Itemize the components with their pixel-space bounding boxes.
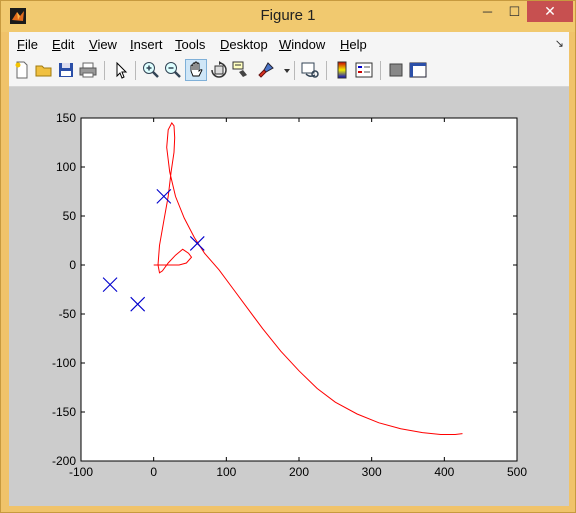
toolbar-separator [294, 61, 295, 80]
link-plot-icon[interactable] [300, 60, 320, 80]
minimize-icon: ─ [482, 4, 493, 19]
menu-edit[interactable]: Edit [52, 37, 74, 52]
new-figure-icon[interactable] [12, 60, 32, 80]
maximize-icon: ☐ [508, 3, 521, 19]
y-tick-label: 0 [69, 258, 76, 272]
title-bar[interactable]: Figure 1 ─ ☐ ✕ [1, 1, 575, 32]
x-tick-label: 100 [216, 465, 236, 479]
menu-tools[interactable]: Tools [175, 37, 205, 52]
show-plot-tools-icon[interactable] [408, 60, 428, 80]
chart[interactable]: -100 0 100 200 300 400 500150100500-50-100-150… [9, 87, 569, 506]
x-tick-label: 300 [362, 465, 382, 479]
y-tick-label: -200 [52, 454, 76, 468]
menu-help[interactable]: Help [340, 37, 367, 52]
rotate-3d-icon[interactable] [209, 60, 229, 80]
figure-window: Figure 1 ─ ☐ ✕ File Edit View Insert Too… [0, 0, 576, 513]
open-file-icon[interactable] [34, 60, 54, 80]
minimize-button[interactable]: ─ [474, 1, 501, 22]
figure-toolbar [9, 56, 569, 87]
maximize-button[interactable]: ☐ [501, 1, 528, 22]
x-tick-label: 0 [150, 465, 157, 479]
edit-plot-arrow-icon[interactable] [111, 60, 131, 80]
close-icon: ✕ [544, 3, 556, 19]
menu-desktop[interactable]: Desktop [220, 37, 268, 52]
toolbar-separator [135, 61, 136, 80]
y-tick-label: -150 [52, 405, 76, 419]
data-cursor-icon[interactable] [231, 60, 251, 80]
print-icon[interactable] [78, 60, 98, 80]
legend-icon[interactable] [354, 60, 374, 80]
x-tick-label: 500 [507, 465, 527, 479]
hide-plot-tools-icon[interactable] [386, 60, 406, 80]
menu-insert[interactable]: Insert [130, 37, 163, 52]
brush-icon[interactable] [256, 60, 276, 80]
y-tick-label: -100 [52, 356, 76, 370]
toolbar-separator [326, 61, 327, 80]
x-tick-label: 200 [289, 465, 309, 479]
figure-client-area: File Edit View Insert Tools Desktop Wind… [9, 32, 569, 506]
save-icon[interactable] [56, 60, 76, 80]
pan-hand-icon[interactable] [185, 59, 207, 81]
axes-box[interactable] [80, 117, 518, 462]
y-tick-label: -50 [59, 307, 77, 321]
zoom-in-icon[interactable] [141, 60, 161, 80]
x-tick-label: 400 [434, 465, 454, 479]
plot-area: -100 0 100 200 300 400 500 150 100 50 0 -50 -100 -150… [9, 87, 569, 506]
toolbar-separator [380, 61, 381, 80]
menu-file[interactable]: File [17, 37, 38, 52]
y-tick-label: 50 [63, 209, 77, 223]
y-tick-label: 150 [56, 111, 76, 125]
zoom-out-icon[interactable] [163, 60, 183, 80]
menu-view[interactable]: View [89, 37, 117, 52]
menu-window[interactable]: Window [279, 37, 325, 52]
toolbar-separator [104, 61, 105, 80]
close-button[interactable]: ✕ [527, 1, 573, 22]
y-tick-label: 100 [56, 160, 76, 174]
dock-arrow-icon[interactable]: ↘ [555, 37, 564, 50]
menu-bar: File Edit View Insert Tools Desktop Wind… [9, 32, 569, 57]
colorbar-icon[interactable] [332, 60, 352, 80]
